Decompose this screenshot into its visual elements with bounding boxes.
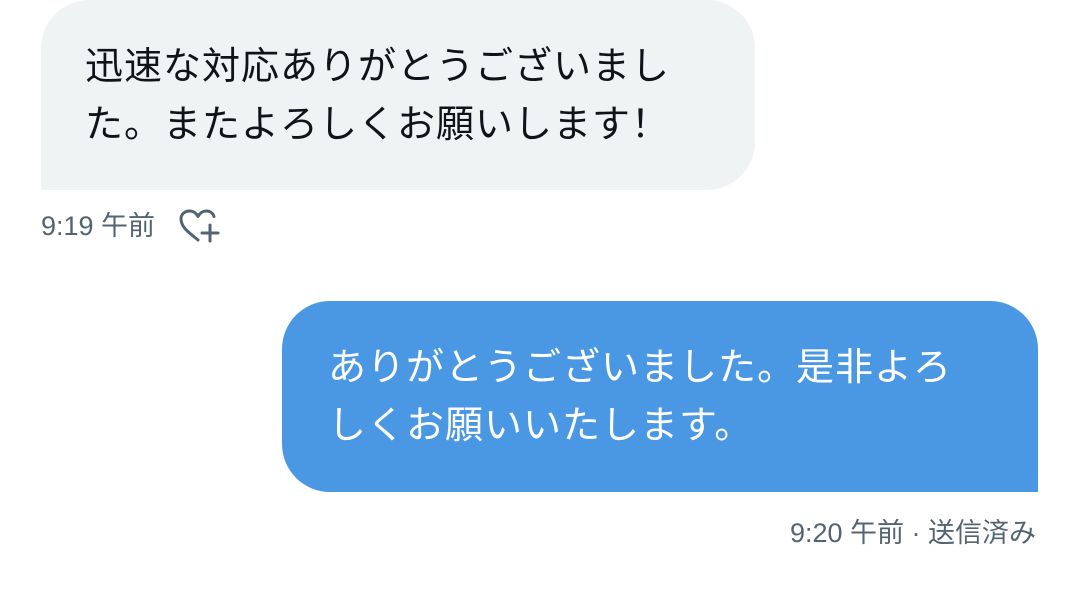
- sent-message-status: 9:20 午前 · 送信済み: [789, 518, 1036, 548]
- received-timestamp: 9:19 午前: [41, 211, 156, 241]
- received-message-meta: 9:19 午前: [41, 208, 221, 244]
- sent-message-bubble[interactable]: ありがとうございました。是非よろ しくお願いいたします。: [282, 301, 1038, 492]
- heart-plus-icon[interactable]: [177, 208, 221, 244]
- received-message-bubble[interactable]: 迅速な対応ありがとうございまし た。またよろしくお願いします！: [41, 0, 755, 190]
